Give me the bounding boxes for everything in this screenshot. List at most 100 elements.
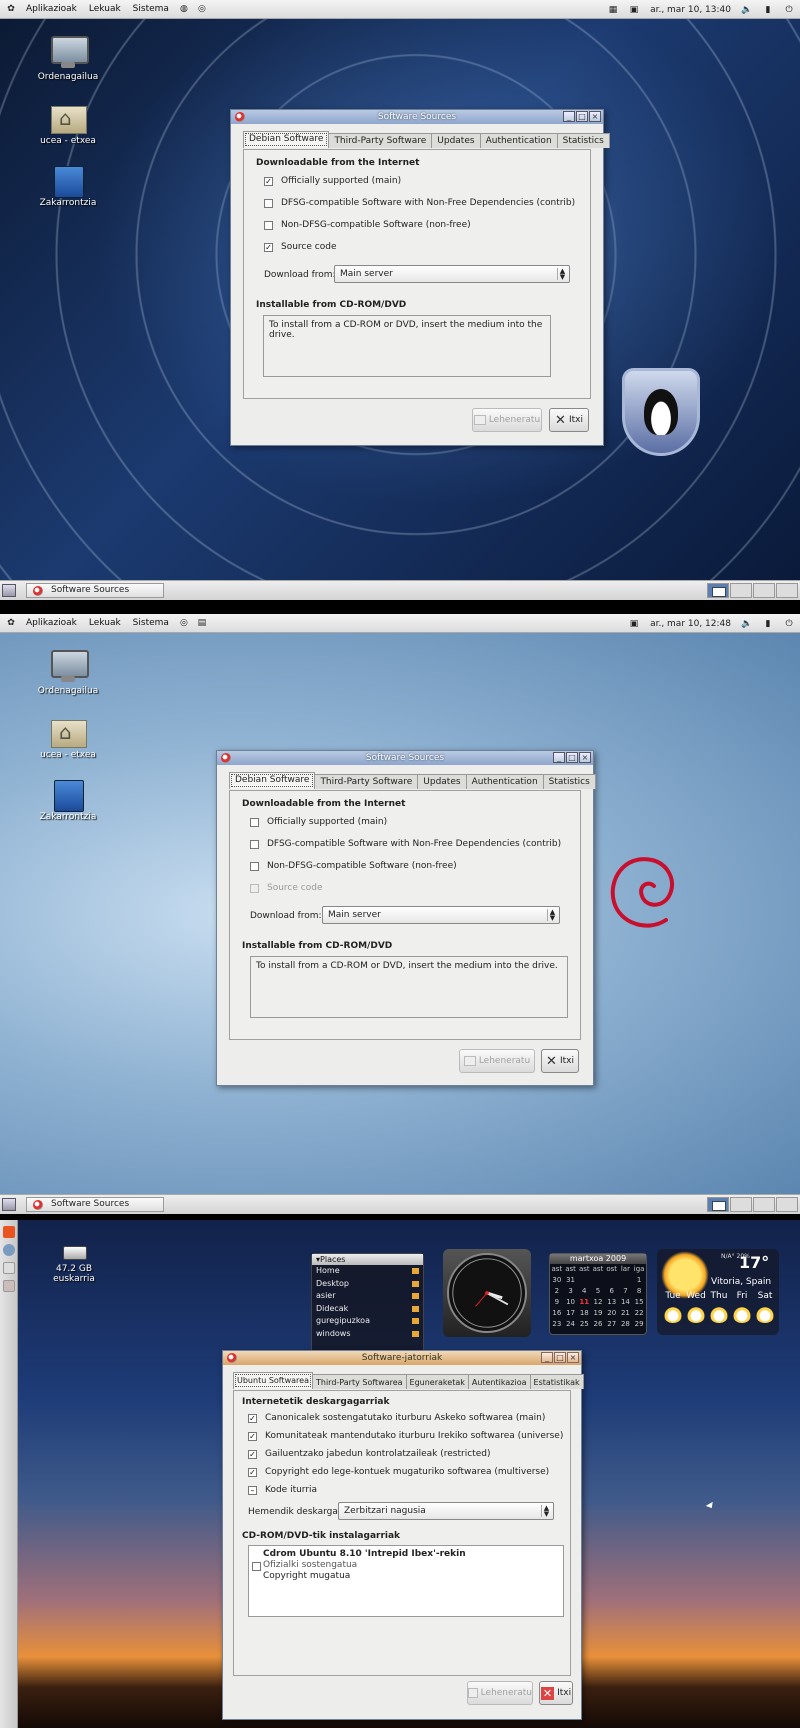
- tab-statistics[interactable]: Statistics: [556, 133, 610, 148]
- option-restricted[interactable]: ✓ Gailuentzako jabedun kontrolatzaileak (…: [248, 1449, 490, 1459]
- menu-system[interactable]: Sistema: [127, 614, 175, 633]
- display-icon[interactable]: ▣: [627, 3, 641, 17]
- workspace-2[interactable]: [730, 583, 752, 598]
- checkbox[interactable]: ✓: [248, 1431, 257, 1441]
- option-multiverse[interactable]: ✓ Copyright edo lege-kontuek mugaturiko s…: [248, 1467, 549, 1477]
- option-main[interactable]: Officially supported (main): [250, 817, 387, 827]
- taskbar-button[interactable]: Software Sources: [26, 583, 164, 598]
- image-icon[interactable]: [3, 1280, 15, 1292]
- option-contrib[interactable]: DFSG-compatible Software with Non-Free D…: [264, 198, 575, 208]
- workspace-3[interactable]: [753, 1197, 775, 1212]
- reload-button[interactable]: Leheneratu: [467, 1681, 533, 1705]
- tab-authentication[interactable]: Autentikazioa: [467, 1374, 531, 1389]
- workspace-1[interactable]: [707, 1197, 729, 1212]
- place-item[interactable]: Didecak: [312, 1303, 423, 1316]
- tab-debian-software[interactable]: Debian Software: [243, 131, 330, 148]
- taskbar-button[interactable]: Software Sources: [26, 1197, 164, 1212]
- network-icon[interactable]: ▦: [606, 3, 620, 17]
- place-item[interactable]: Desktop: [312, 1278, 423, 1291]
- mail-icon[interactable]: ◎: [177, 616, 191, 630]
- checkbox[interactable]: [264, 220, 273, 230]
- maximize-button[interactable]: □: [576, 111, 588, 122]
- menu-places[interactable]: Lekuak: [83, 0, 127, 19]
- close-window-button[interactable]: ×: [589, 111, 601, 122]
- workspace-switcher[interactable]: [707, 583, 798, 598]
- volume-icon[interactable]: 🔈: [740, 3, 754, 17]
- download-from-select[interactable]: Main server ▲ ▼: [322, 906, 560, 924]
- tab-statistics[interactable]: Estatistikak: [529, 1374, 584, 1389]
- tab-third-party[interactable]: Third-Party Software: [314, 774, 419, 789]
- tab-updates[interactable]: Updates: [431, 133, 481, 148]
- checkbox[interactable]: ✓: [264, 176, 273, 186]
- panel-clock[interactable]: ar., mar 10, 12:48: [650, 619, 731, 629]
- checkbox[interactable]: ✓: [248, 1413, 257, 1423]
- option-source-code[interactable]: – Kode iturria: [248, 1485, 317, 1495]
- download-from-select[interactable]: Main server ▲ ▼: [334, 265, 570, 283]
- cdrom-checkbox[interactable]: [252, 1562, 261, 1571]
- option-universe[interactable]: ✓ Komunitateak mantendutako iturburu Irek…: [248, 1431, 563, 1441]
- tab-ubuntu-software[interactable]: Ubuntu Softwarea: [233, 1372, 313, 1389]
- workspace-4[interactable]: [776, 583, 798, 598]
- tab-statistics[interactable]: Statistics: [542, 774, 596, 789]
- shutdown-icon[interactable]: ⏻: [782, 3, 796, 17]
- place-item[interactable]: windows: [312, 1328, 423, 1341]
- menu-places[interactable]: Lekuak: [83, 614, 127, 633]
- desktop-icon-home[interactable]: ucea - etxea: [28, 714, 108, 760]
- close-window-button[interactable]: ×: [579, 752, 591, 763]
- download-from-select[interactable]: Zerbitzari nagusia ▲ ▼: [338, 1502, 554, 1520]
- tab-authentication[interactable]: Authentication: [479, 133, 558, 148]
- desktop-icon-trash[interactable]: Zakarrontzia: [28, 162, 108, 208]
- desktop-icon-drive[interactable]: 47.2 GB euskarria: [34, 1242, 114, 1284]
- window-titlebar[interactable]: Software-jatorriak _ □ ×: [223, 1351, 581, 1365]
- close-window-button[interactable]: ×: [567, 1352, 579, 1363]
- document-icon[interactable]: [3, 1262, 15, 1274]
- workspace-4[interactable]: [776, 1197, 798, 1212]
- mail-icon[interactable]: ◎: [195, 2, 209, 16]
- terminal-icon[interactable]: ▤: [195, 616, 209, 630]
- show-desktop-icon[interactable]: [2, 1198, 16, 1211]
- tab-updates[interactable]: Eguneraketak: [405, 1374, 469, 1389]
- place-item[interactable]: guregipuzkoa: [312, 1315, 423, 1328]
- tab-third-party[interactable]: Third-Party Softwarea: [312, 1374, 407, 1389]
- checkbox[interactable]: [250, 839, 259, 849]
- menu-system[interactable]: Sistema: [127, 0, 175, 19]
- workspace-2[interactable]: [730, 1197, 752, 1212]
- option-non-free[interactable]: Non-DFSG-compatible Software (non-free): [250, 861, 457, 871]
- checkbox[interactable]: ✓: [264, 242, 273, 252]
- panel-clock[interactable]: ar., mar 10, 13:40: [650, 5, 731, 15]
- battery-icon[interactable]: ▮: [761, 3, 775, 17]
- menu-applications[interactable]: Aplikazioak: [20, 0, 83, 19]
- workspace-3[interactable]: [753, 583, 775, 598]
- maximize-button[interactable]: □: [566, 752, 578, 763]
- close-button[interactable]: ✕ Itxi: [541, 1049, 579, 1073]
- reload-button[interactable]: Leheneratu: [472, 408, 542, 432]
- window-titlebar[interactable]: Software Sources _ □ ×: [231, 110, 603, 124]
- workspace-1[interactable]: [707, 583, 729, 598]
- minimize-button[interactable]: _: [563, 111, 575, 122]
- display-icon[interactable]: ▣: [627, 617, 641, 631]
- browser-icon[interactable]: [3, 1244, 15, 1256]
- gnome-foot-icon[interactable]: ✿: [4, 616, 18, 630]
- places-header[interactable]: ▾Places: [312, 1254, 423, 1265]
- close-button[interactable]: ✕ Itxi: [549, 408, 589, 432]
- desktop-icon-computer[interactable]: Ordenagailua: [28, 36, 108, 82]
- option-contrib[interactable]: DFSG-compatible Software with Non-Free D…: [250, 839, 561, 849]
- checkbox[interactable]: ✓: [248, 1467, 257, 1477]
- tab-debian-software[interactable]: Debian Software: [229, 772, 316, 789]
- checkbox[interactable]: [250, 861, 259, 871]
- option-non-free[interactable]: Non-DFSG-compatible Software (non-free): [264, 220, 471, 230]
- tab-authentication[interactable]: Authentication: [465, 774, 544, 789]
- option-main[interactable]: ✓ Canonicalek sostengatutako iturburu Ask…: [248, 1413, 545, 1423]
- web-browser-icon[interactable]: ◍: [177, 2, 191, 16]
- volume-icon[interactable]: 🔈: [740, 617, 754, 631]
- maximize-button[interactable]: □: [554, 1352, 566, 1363]
- checkbox[interactable]: [264, 198, 273, 208]
- window-titlebar[interactable]: Software Sources _ □ ×: [217, 751, 593, 765]
- shutdown-icon[interactable]: ⏻: [782, 617, 796, 631]
- option-main[interactable]: ✓ Officially supported (main): [264, 176, 401, 186]
- checkbox[interactable]: –: [248, 1485, 257, 1495]
- show-desktop-icon[interactable]: [2, 584, 16, 597]
- checkbox[interactable]: ✓: [248, 1449, 257, 1459]
- checkbox[interactable]: [250, 817, 259, 827]
- desktop-icon-computer[interactable]: Ordenagailua: [28, 650, 108, 696]
